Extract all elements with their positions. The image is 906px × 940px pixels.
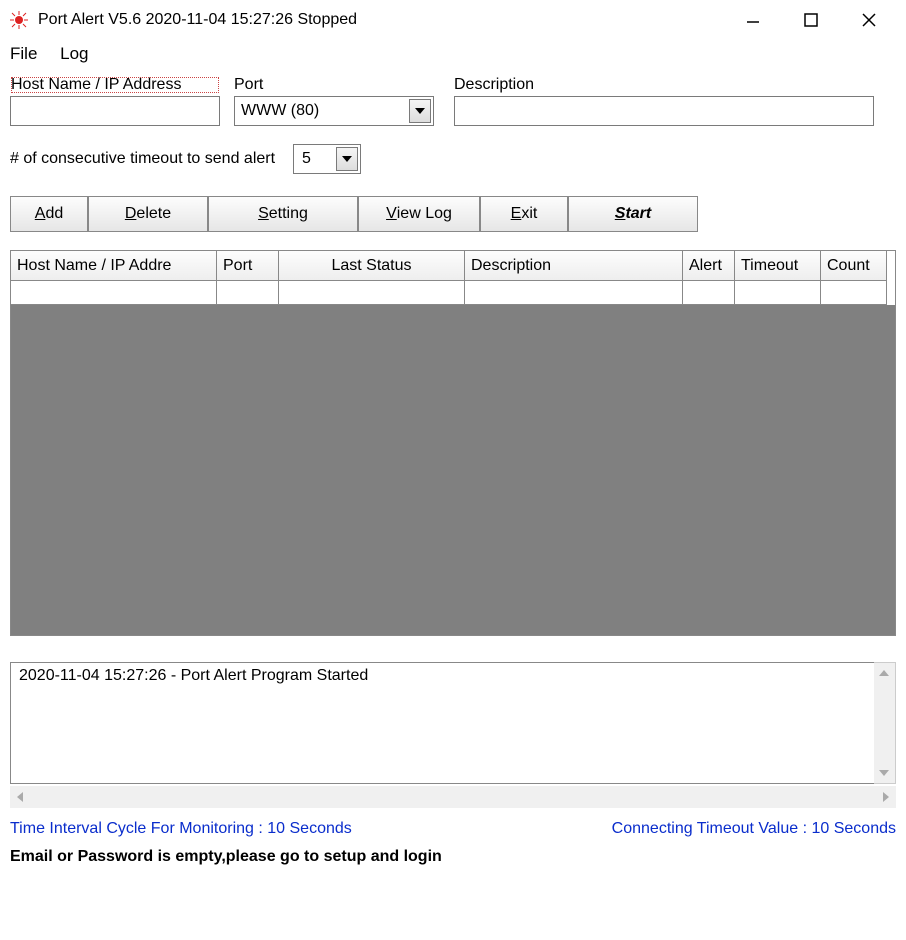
form-area: Host Name / IP Address Port WWW (80) Des…: [0, 72, 906, 232]
cell-description: [465, 281, 683, 305]
status-timeout: Connecting Timeout Value : 10 Seconds: [612, 820, 896, 838]
delete-button[interactable]: Delete: [88, 196, 208, 232]
cell-count: [821, 281, 887, 305]
view-log-button[interactable]: View Log: [358, 196, 480, 232]
chevron-down-icon[interactable]: [336, 147, 358, 171]
menu-file[interactable]: File: [10, 44, 37, 63]
description-input[interactable]: [454, 96, 874, 126]
log-text[interactable]: 2020-11-04 15:27:26 - Port Alert Program…: [10, 662, 896, 784]
col-header-count[interactable]: Count: [821, 251, 887, 281]
app-icon: [10, 11, 28, 29]
status-interval: Time Interval Cycle For Monitoring : 10 …: [10, 820, 352, 838]
button-row: Add Delete Setting View Log Exit Start: [10, 196, 896, 232]
port-label: Port: [234, 76, 434, 94]
scroll-right-icon[interactable]: [876, 787, 896, 807]
maximize-button[interactable]: [796, 5, 826, 35]
exit-button[interactable]: Exit: [480, 196, 568, 232]
description-label: Description: [454, 76, 874, 94]
scroll-up-icon[interactable]: [874, 663, 894, 683]
col-header-host[interactable]: Host Name / IP Addre: [11, 251, 217, 281]
titlebar: Port Alert V5.6 2020-11-04 15:27:26 Stop…: [0, 0, 906, 40]
hosts-grid[interactable]: Host Name / IP Addre Port Last Status De…: [10, 250, 896, 636]
table-row[interactable]: [11, 281, 895, 305]
chevron-down-icon[interactable]: [409, 99, 431, 123]
horizontal-scrollbar[interactable]: [10, 786, 896, 808]
col-header-status[interactable]: Last Status: [279, 251, 465, 281]
log-line: 2020-11-04 15:27:26 - Port Alert Program…: [19, 667, 887, 685]
col-header-timeout[interactable]: Timeout: [735, 251, 821, 281]
port-select[interactable]: WWW (80): [234, 96, 434, 126]
cell-host: [11, 281, 217, 305]
scroll-left-icon[interactable]: [10, 787, 30, 807]
timeout-count-value: 5: [302, 150, 311, 168]
col-header-description[interactable]: Description: [465, 251, 683, 281]
cell-status: [279, 281, 465, 305]
setting-button[interactable]: Setting: [208, 196, 358, 232]
scroll-down-icon[interactable]: [874, 763, 894, 783]
cell-timeout: [735, 281, 821, 305]
log-panel: 2020-11-04 15:27:26 - Port Alert Program…: [10, 662, 896, 812]
add-button[interactable]: Add: [10, 196, 88, 232]
vertical-scrollbar[interactable]: [874, 662, 896, 784]
col-header-alert[interactable]: Alert: [683, 251, 735, 281]
warning-message: Email or Password is empty,please go to …: [10, 848, 896, 866]
close-button[interactable]: [854, 5, 884, 35]
minimize-button[interactable]: [738, 5, 768, 35]
status-row: Time Interval Cycle For Monitoring : 10 …: [10, 820, 896, 838]
timeout-count-label: # of consecutive timeout to send alert: [10, 150, 275, 168]
port-select-value: WWW (80): [241, 102, 319, 120]
window-title: Port Alert V5.6 2020-11-04 15:27:26 Stop…: [38, 11, 357, 29]
col-header-port[interactable]: Port: [217, 251, 279, 281]
menu-log[interactable]: Log: [60, 44, 88, 63]
menubar: File Log: [0, 40, 906, 72]
cell-alert: [683, 281, 735, 305]
start-button[interactable]: Start: [568, 196, 698, 232]
grid-header: Host Name / IP Addre Port Last Status De…: [11, 251, 895, 281]
cell-port: [217, 281, 279, 305]
host-input[interactable]: [10, 96, 220, 126]
host-label: Host Name / IP Address: [10, 76, 220, 94]
timeout-count-select[interactable]: 5: [293, 144, 361, 174]
